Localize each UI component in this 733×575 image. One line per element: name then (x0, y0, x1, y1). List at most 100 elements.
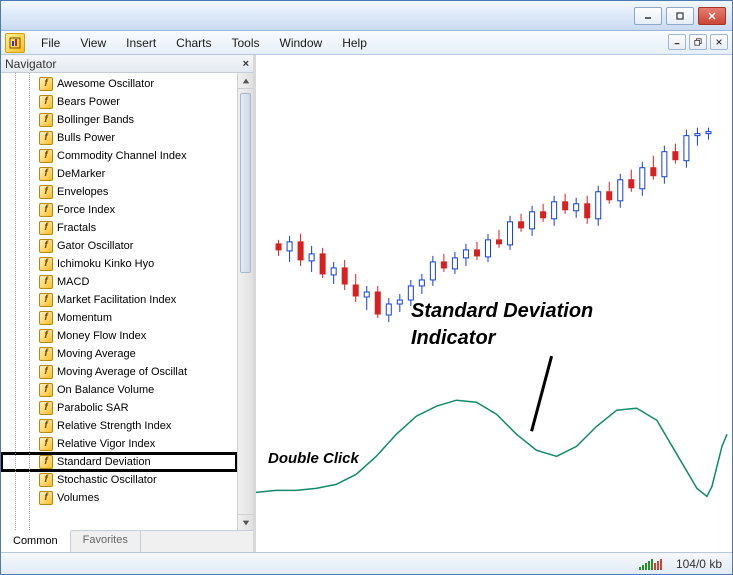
indicator-item[interactable]: f Bollinger Bands (1, 111, 237, 129)
indicator-item[interactable]: f DeMarker (1, 165, 237, 183)
navigator-close-icon[interactable]: × (243, 58, 249, 70)
indicator-label: Fractals (57, 222, 96, 234)
menu-tools[interactable]: Tools (222, 33, 270, 53)
indicator-item[interactable]: f Fractals (1, 219, 237, 237)
app-icon (5, 33, 25, 53)
menu-insert[interactable]: Insert (116, 33, 166, 53)
indicator-icon: f (39, 437, 53, 451)
indicator-icon: f (39, 167, 53, 181)
indicator-icon: f (39, 473, 53, 487)
chart-area[interactable]: Standard Deviation Indicator Double Clic… (256, 55, 732, 552)
indicator-icon: f (39, 131, 53, 145)
tab-common[interactable]: Common (1, 530, 71, 552)
navigator-scrollbar[interactable] (237, 73, 253, 530)
indicator-label: Envelopes (57, 186, 108, 198)
indicator-label: Awesome Oscillator (57, 78, 154, 90)
indicator-label: Bears Power (57, 96, 120, 108)
indicator-label: Standard Deviation (57, 456, 151, 468)
indicator-label: Bollinger Bands (57, 114, 134, 126)
indicator-item[interactable]: f Market Facilitation Index (1, 291, 237, 309)
indicator-icon: f (39, 149, 53, 163)
indicator-icon: f (39, 347, 53, 361)
indicator-item[interactable]: fVolumes (1, 489, 237, 507)
indicator-item[interactable]: fForce Index (1, 201, 237, 219)
scroll-down-button[interactable] (238, 514, 253, 530)
indicator-icon: f (39, 365, 53, 379)
indicator-item[interactable]: f Money Flow Index (1, 327, 237, 345)
menu-view[interactable]: View (70, 33, 116, 53)
indicator-item[interactable]: f Commodity Channel Index (1, 147, 237, 165)
annotation-title-line2: Indicator (411, 327, 495, 350)
indicator-label: DeMarker (57, 168, 105, 180)
indicator-label: Volumes (57, 492, 99, 504)
indicator-icon: f (39, 293, 53, 307)
indicator-item[interactable]: fMoving Average of Oscillat (1, 363, 237, 381)
indicator-label: Moving Average (57, 348, 136, 360)
minimize-button[interactable] (634, 7, 662, 25)
statusbar: 104/0 kb (1, 552, 732, 574)
indicator-label: Market Facilitation Index (57, 294, 176, 306)
indicator-icon: f (39, 383, 53, 397)
indicator-label: Relative Strength Index (57, 420, 171, 432)
indicator-label: Commodity Channel Index (57, 150, 187, 162)
indicator-icon: f (39, 77, 53, 91)
scroll-thumb[interactable] (240, 93, 251, 273)
indicator-item[interactable]: f Envelopes (1, 183, 237, 201)
indicator-label: Gator Oscillator (57, 240, 133, 252)
indicator-item[interactable]: f Bulls Power (1, 129, 237, 147)
mdi-minimize-button[interactable] (668, 34, 686, 50)
menu-file[interactable]: File (31, 33, 70, 53)
indicator-icon: f (39, 239, 53, 253)
indicator-label: Momentum (57, 312, 112, 324)
indicator-label: On Balance Volume (57, 384, 154, 396)
indicator-icon: f (39, 455, 53, 469)
indicator-icon: f (39, 95, 53, 109)
indicator-label: Relative Vigor Index (57, 438, 155, 450)
indicator-icon: f (39, 275, 53, 289)
indicator-label: Parabolic SAR (57, 402, 129, 414)
close-button[interactable] (698, 7, 726, 25)
menubar: FileViewInsertChartsToolsWindowHelp (1, 31, 732, 55)
indicator-icon: f (39, 185, 53, 199)
annotation-hint: Double Click (268, 450, 359, 467)
indicator-item[interactable]: f Momentum (1, 309, 237, 327)
indicator-item[interactable]: f Stochastic Oscillator (1, 471, 237, 489)
indicator-item[interactable]: f Awesome Oscillator (1, 75, 237, 93)
indicator-icon: f (39, 329, 53, 343)
scroll-up-button[interactable] (238, 73, 253, 89)
maximize-button[interactable] (666, 7, 694, 25)
indicator-icon: f (39, 311, 53, 325)
tab-favorites[interactable]: Favorites (71, 531, 141, 552)
indicator-item[interactable]: f On Balance Volume (1, 381, 237, 399)
navigator-tabs: Common Favorites (1, 530, 253, 552)
indicator-label: Bulls Power (57, 132, 115, 144)
indicator-item[interactable]: f Standard Deviation (1, 453, 237, 471)
indicator-icon: f (39, 401, 53, 415)
indicator-tree[interactable]: f Awesome Oscillator f Bears Power f Bollinge… (1, 73, 237, 530)
navigator-header[interactable]: Navigator × (1, 55, 253, 73)
mdi-restore-button[interactable] (689, 34, 707, 50)
indicator-icon: f (39, 221, 53, 235)
titlebar[interactable] (1, 1, 732, 31)
indicator-label: Stochastic Oscillator (57, 474, 157, 486)
indicator-item[interactable]: f Moving Average (1, 345, 237, 363)
indicator-item[interactable]: f Relative Vigor Index (1, 435, 237, 453)
body-area: Navigator × f Awesome Oscillator f Bears Po… (1, 55, 732, 552)
indicator-item[interactable]: fRelative Strength Index (1, 417, 237, 435)
indicator-icon: f (39, 203, 53, 217)
mdi-close-button[interactable] (710, 34, 728, 50)
indicator-item[interactable]: f Parabolic SAR (1, 399, 237, 417)
menu-help[interactable]: Help (332, 33, 377, 53)
application-window: FileViewInsertChartsToolsWindowHelp Navi… (0, 0, 733, 575)
indicator-label: Money Flow Index (57, 330, 146, 342)
indicator-item[interactable]: f MACD (1, 273, 237, 291)
navigator-panel: Navigator × f Awesome Oscillator f Bears Po… (1, 55, 256, 552)
indicator-label: MACD (57, 276, 89, 288)
indicator-item[interactable]: f Bears Power (1, 93, 237, 111)
indicator-icon: f (39, 113, 53, 127)
indicator-item[interactable]: f Gator Oscillator (1, 237, 237, 255)
indicator-item[interactable]: fIchimoku Kinko Hyo (1, 255, 237, 273)
menu-window[interactable]: Window (270, 33, 333, 53)
mdi-controls (668, 34, 728, 50)
menu-charts[interactable]: Charts (166, 33, 221, 53)
